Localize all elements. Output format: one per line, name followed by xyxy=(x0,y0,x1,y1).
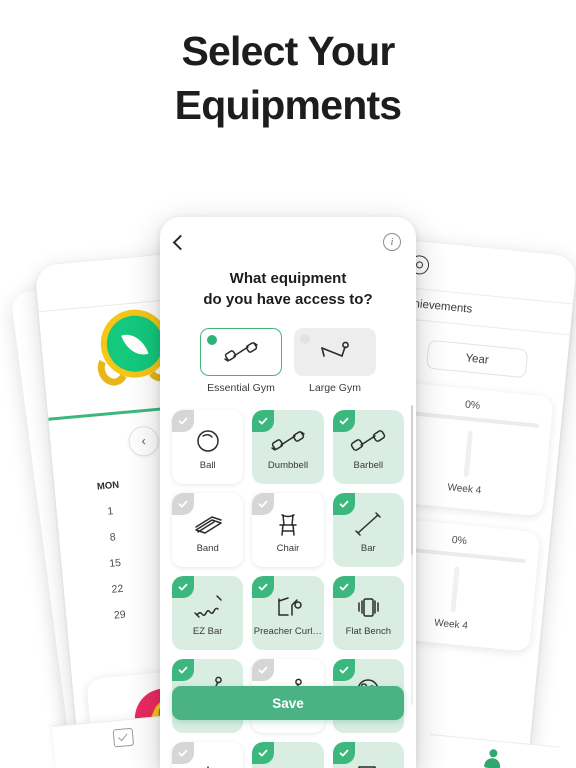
right-card-tabbar xyxy=(424,734,560,768)
equipment-label: Chair xyxy=(276,542,300,554)
flat-bench-icon xyxy=(348,590,388,624)
checkmark-selected-icon xyxy=(332,742,355,765)
equipment-cell-bar[interactable]: Bar xyxy=(332,493,404,568)
bench-icon xyxy=(321,341,349,358)
equipment-question: What equipment do you have access to? xyxy=(160,267,416,310)
equipment-cell-ball[interactable]: Ball xyxy=(172,410,244,485)
gym-option-essential[interactable]: Essential Gym xyxy=(200,328,282,396)
equipment-label: Dumbbell xyxy=(267,459,309,471)
checkmark-unselected-icon xyxy=(172,742,194,765)
stat-week-label: Week 4 xyxy=(447,482,482,497)
chair-icon xyxy=(268,507,308,541)
ball-icon xyxy=(188,424,228,458)
equipment-label: Barbell xyxy=(353,459,384,471)
plyo-box-icon xyxy=(348,756,388,768)
checkmark-selected-icon xyxy=(332,493,355,516)
gym-option-essential-label: Essential Gym xyxy=(207,382,275,395)
barbell-icon xyxy=(348,424,388,458)
equipment-cell-barbell[interactable]: Barbell xyxy=(332,410,404,485)
bar-icon xyxy=(348,507,388,541)
stat-bar-column xyxy=(463,430,473,478)
equipment-cell-plyo-box[interactable]: Plyo Box xyxy=(332,742,404,768)
gym-option-large-box[interactable] xyxy=(294,328,376,377)
save-button-label: Save xyxy=(272,695,304,711)
gym-type-selector: Essential Gym Large Gym xyxy=(160,328,416,396)
cable-machine-icon xyxy=(188,756,228,768)
equipment-cell-flat-bench[interactable]: Flat Bench xyxy=(332,576,404,651)
radio-selected-icon xyxy=(207,335,217,346)
equipment-cell-band[interactable]: Band xyxy=(172,493,244,568)
equipment-question-line2: do you have access to? xyxy=(203,290,373,308)
equipment-label: Flat Bench xyxy=(345,625,392,637)
step-platform-icon xyxy=(268,756,308,768)
equipment-label: Bar xyxy=(360,542,376,554)
period-selector-button[interactable]: Year xyxy=(425,339,529,379)
gym-option-large-label: Large Gym xyxy=(309,382,361,395)
checkmark-selected-icon xyxy=(332,659,355,682)
equipment-label: EZ Bar xyxy=(192,625,223,637)
scrollbar-thumb[interactable] xyxy=(410,405,413,555)
equipment-cell-dumbbell[interactable]: Dumbbell xyxy=(252,410,324,485)
equipment-cell-cable-machine[interactable]: Cable Machine xyxy=(172,742,244,768)
back-chevron-icon[interactable] xyxy=(172,234,189,250)
equipment-cell-ez-bar[interactable]: EZ Bar xyxy=(172,576,244,651)
preacher-curl-bench-icon xyxy=(268,590,308,624)
page-title-line1: Select Your xyxy=(181,28,396,74)
ez-bar-icon xyxy=(188,590,228,624)
info-icon[interactable]: i xyxy=(383,233,401,251)
phone-topbar: i xyxy=(160,217,416,267)
checkmark-selected-icon xyxy=(172,659,194,682)
equipment-cell-chair[interactable]: Chair xyxy=(252,493,324,568)
gym-option-essential-box[interactable] xyxy=(200,328,282,377)
equipment-label: Band xyxy=(196,542,219,554)
equipment-label: Ball xyxy=(199,459,216,471)
dumbbell-icon xyxy=(224,342,258,363)
equipment-cell-preacher-curl-bench[interactable]: Preacher Curl Be... xyxy=(252,576,324,651)
equipment-label: Preacher Curl Be... xyxy=(253,625,322,637)
checkmark-unselected-icon xyxy=(172,493,194,516)
profile-icon[interactable] xyxy=(484,749,502,768)
checkmark-selected-icon xyxy=(332,576,355,599)
page-title: Select Your Equipments xyxy=(0,24,576,132)
gym-option-large[interactable]: Large Gym xyxy=(294,328,376,396)
chevron-left-icon: ‹ xyxy=(127,424,160,458)
dumbbell-icon xyxy=(268,424,308,458)
equipment-question-line1: What equipment xyxy=(229,270,347,287)
checkmark-selected-icon xyxy=(332,410,355,433)
page-title-line2: Equipments xyxy=(174,82,402,129)
radio-unselected-icon xyxy=(300,334,310,345)
equipment-cell-step-platform[interactable]: Step Platform xyxy=(252,742,324,768)
band-icon xyxy=(188,507,228,541)
checkmark-selected-icon xyxy=(172,576,194,599)
period-selector-label: Year xyxy=(464,351,490,367)
screenshot-root: Select Your Equipments My Journey ‹ MON … xyxy=(0,0,576,768)
stat-bar-column xyxy=(449,566,460,613)
checkmark-unselected-icon xyxy=(172,410,194,433)
equipment-selection-screen: i What equipment do you have access to? xyxy=(160,217,416,768)
scrollbar-track[interactable] xyxy=(410,405,413,705)
calendar-check-icon[interactable] xyxy=(112,727,135,748)
save-button[interactable]: Save xyxy=(172,686,404,720)
